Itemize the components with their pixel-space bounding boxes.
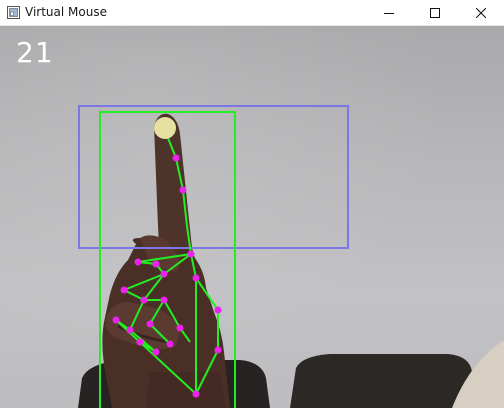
minimize-icon xyxy=(384,13,394,14)
landmark-palm-b xyxy=(214,346,222,354)
landmark-index-dip xyxy=(172,154,180,162)
landmark-pinky-dip xyxy=(166,340,174,348)
fingertip-cursor xyxy=(154,117,176,139)
camera-feed: 21 xyxy=(0,26,504,408)
app-icon xyxy=(7,6,20,19)
active-region-box xyxy=(78,105,349,249)
chair-back-right xyxy=(290,354,474,408)
landmark-ring-dip xyxy=(146,320,154,328)
landmark-thumb-ip xyxy=(152,260,160,268)
maximize-button[interactable] xyxy=(412,0,458,26)
landmark-ring-tip xyxy=(176,324,184,332)
landmark-index-mcp xyxy=(187,250,195,258)
landmark-ring-pip xyxy=(112,316,120,324)
landmark-ring-mcp xyxy=(214,306,222,314)
landmark-wrist xyxy=(192,390,200,398)
virtual-mouse-window: Virtual Mouse 21 xyxy=(0,0,504,408)
fps-counter: 21 xyxy=(16,36,54,69)
title-bar[interactable]: Virtual Mouse xyxy=(0,0,504,26)
landmark-palm-a xyxy=(192,274,200,282)
landmark-pinky-mcp xyxy=(126,326,134,334)
landmark-middle-mcp xyxy=(120,286,128,294)
landmark-index-pip xyxy=(179,186,187,194)
close-button[interactable] xyxy=(458,0,504,26)
landmark-pinky-pip xyxy=(136,338,144,346)
minimize-button[interactable] xyxy=(366,0,412,26)
wrist xyxy=(146,372,226,408)
close-icon xyxy=(476,8,486,18)
landmark-middle-pip xyxy=(140,296,148,304)
landmark-thumb-mcp xyxy=(160,270,168,278)
camera-scene xyxy=(78,105,504,408)
landmark-middle-dip xyxy=(160,296,168,304)
window-title: Virtual Mouse xyxy=(25,5,107,19)
maximize-icon xyxy=(430,8,440,18)
landmark-thumb-tip xyxy=(134,258,142,266)
landmark-pinky-tip xyxy=(152,348,160,356)
